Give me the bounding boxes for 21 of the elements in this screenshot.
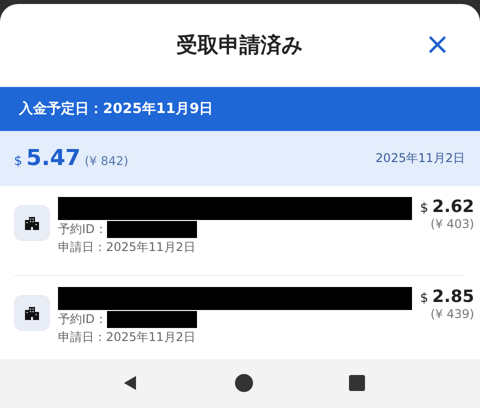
booking-id-label: 予約ID： — [58, 220, 107, 238]
building-icon — [25, 306, 39, 320]
item-amount: 2.62 — [432, 196, 474, 217]
sheet-title: 受取申請済み — [176, 32, 304, 60]
applied-date: 申請日：2025年11月2日 — [58, 238, 196, 256]
currency-sign: $ — [420, 290, 428, 306]
yen-amount: (¥ 842) — [84, 154, 128, 168]
recents-icon[interactable] — [349, 375, 365, 392]
yen-amount: (¥ 403) — [430, 216, 474, 231]
currency-sign: $ — [14, 154, 22, 169]
home-icon[interactable] — [235, 374, 253, 392]
total-amount: 5.47 — [26, 146, 81, 171]
building-icon — [25, 216, 39, 230]
summary-date: 2025年11月2日 — [376, 150, 465, 167]
applied-date: 申請日：2025年11月2日 — [58, 328, 196, 346]
close-button[interactable]: × — [420, 30, 454, 60]
currency-sign: $ — [420, 200, 428, 216]
booking-id-label: 予約ID： — [58, 310, 107, 328]
item-amount: 2.85 — [432, 286, 474, 307]
payout-banner: 入金予定日：2025年11月9日 — [0, 86, 480, 131]
yen-amount: (¥ 439) — [430, 306, 474, 321]
